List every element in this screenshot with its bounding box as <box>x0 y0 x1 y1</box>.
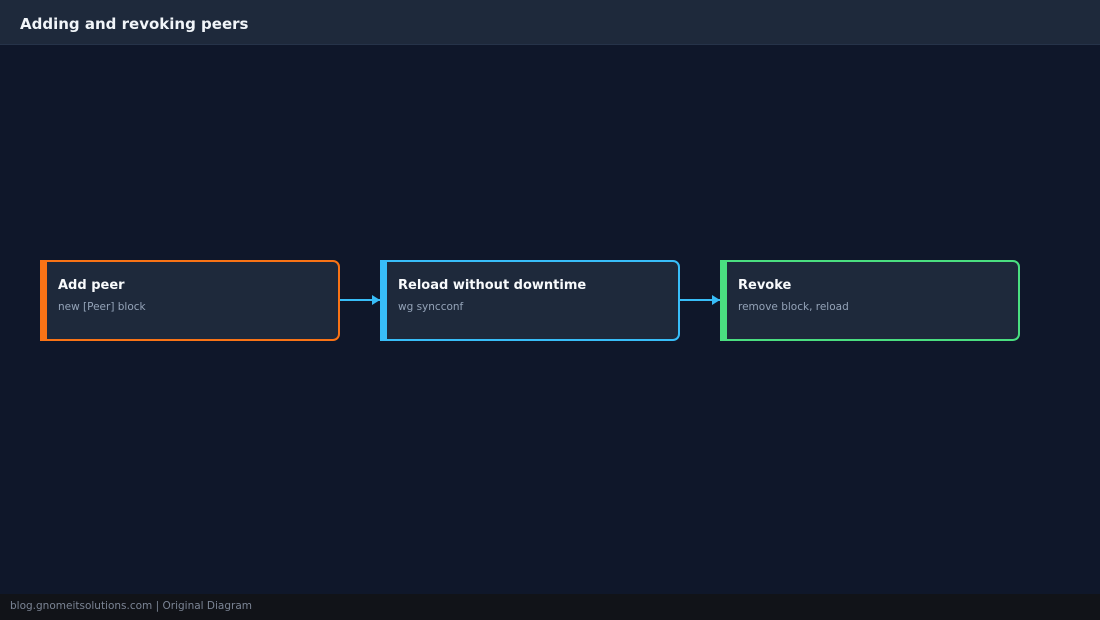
node-title: Reload without downtime <box>398 278 587 293</box>
footer-credit: blog.gnomeitsolutions.com | Original Dia… <box>10 600 253 612</box>
node-revoke: Revoke remove block, reload <box>720 260 1020 341</box>
footer-bar: blog.gnomeitsolutions.com | Original Dia… <box>0 594 1100 620</box>
node-reload-without-downtime: Reload without downtime wg syncconf <box>380 260 680 341</box>
node-subtitle: remove block, reload <box>738 301 849 313</box>
node-title: Add peer <box>58 278 125 293</box>
node-title: Revoke <box>738 278 792 293</box>
node-subtitle: new [Peer] block <box>58 301 146 313</box>
node-add-peer: Add peer new [Peer] block <box>40 260 340 341</box>
node-subtitle: wg syncconf <box>398 301 464 313</box>
